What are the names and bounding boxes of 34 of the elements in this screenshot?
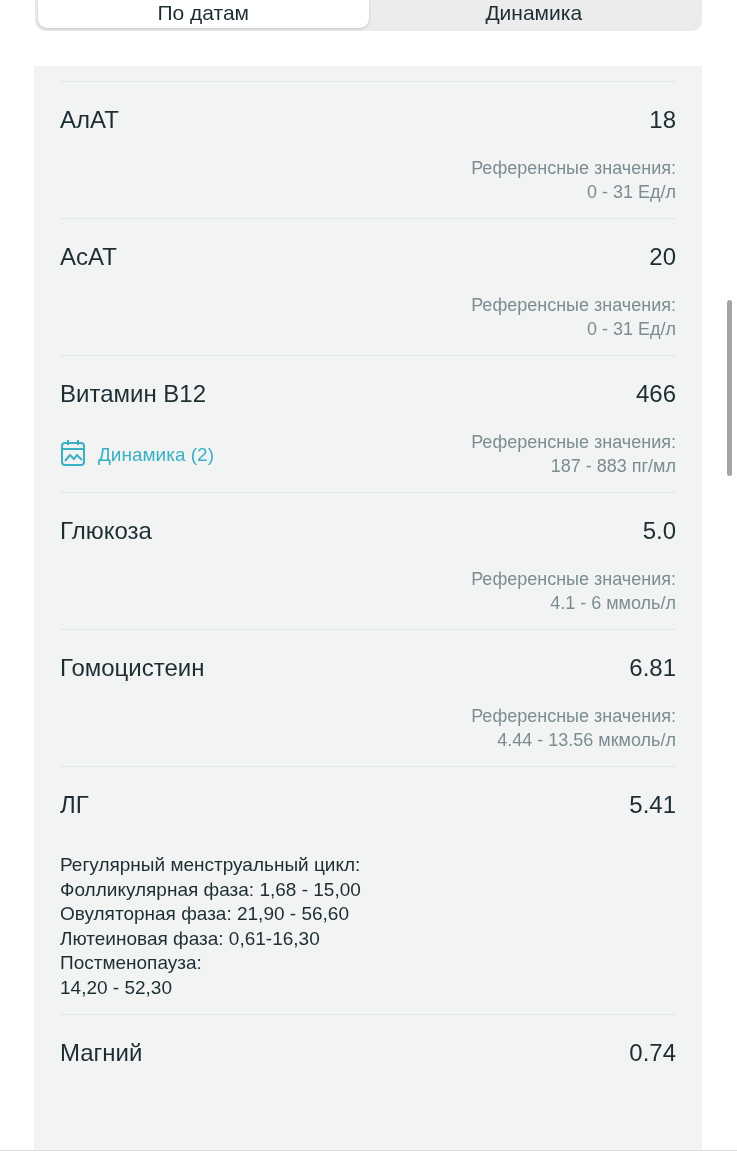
test-value: 5.0 <box>642 516 676 546</box>
test-name: АлАТ <box>60 105 119 135</box>
reference-line: Фолликулярная фаза: 1,68 - 15,00 <box>60 877 362 902</box>
reference-label: Референсные значения: <box>471 157 676 180</box>
test-value: 18 <box>649 105 676 135</box>
reference-range: 187 - 883 пг/мл <box>549 455 676 478</box>
test-value: 5.41 <box>629 790 676 820</box>
calendar-chart-icon <box>60 438 86 467</box>
test-value: 6.81 <box>629 653 676 683</box>
reference-line: Регулярный менструальный цикл: <box>60 853 362 877</box>
tab[interactable]: По датам <box>38 0 369 28</box>
reference-range: 0 - 31 Ед/л <box>585 318 676 341</box>
reference-range: 0 - 31 Ед/л <box>585 181 676 204</box>
reference-label: Референсные значения: <box>471 568 676 591</box>
scrollbar[interactable] <box>727 300 732 476</box>
test-value: 466 <box>635 379 676 409</box>
reference-line: 14,20 - 52,30 <box>60 975 173 1000</box>
reference-line: Лютеиновая фаза: 0,61-16,30 <box>60 926 321 951</box>
test-name: Магний <box>60 1038 143 1068</box>
test-name: Глюкоза <box>60 516 152 546</box>
tab[interactable]: Динамика <box>368 0 699 28</box>
reference-line: Овуляторная фаза: 21,90 - 56,60 <box>60 902 350 926</box>
test-value: 20 <box>649 242 676 272</box>
test-name: ЛГ <box>60 790 89 820</box>
reference-line: Постменопауза: <box>60 951 203 975</box>
test-name: Гомоцистеин <box>60 653 205 683</box>
reference-label: Референсные значения: <box>471 431 676 454</box>
reference-label: Референсные значения: <box>471 705 676 728</box>
test-value: 0.74 <box>629 1038 676 1068</box>
reference-range: 4.44 - 13.56 мкмоль/л <box>496 729 676 752</box>
test-name: Витамин B12 <box>60 379 206 409</box>
reference-label: Референсные значения: <box>471 294 676 317</box>
test-name: АсАТ <box>60 242 117 272</box>
reference-range: 4.1 - 6 ммоль/л <box>549 592 676 615</box>
